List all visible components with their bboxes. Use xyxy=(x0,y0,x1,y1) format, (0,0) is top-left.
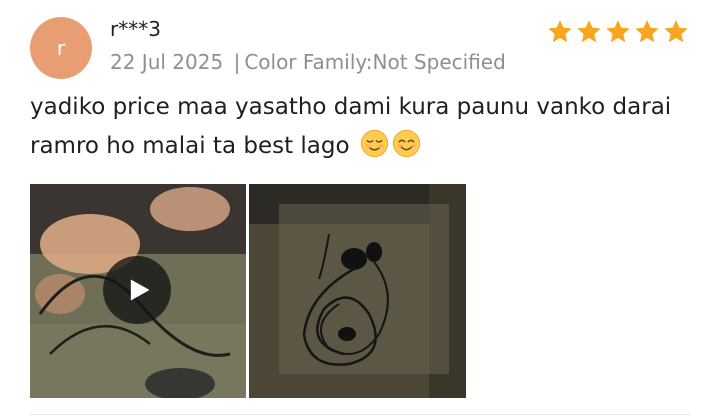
relieved-face-icon xyxy=(360,129,389,158)
play-icon xyxy=(130,279,150,301)
star-icon xyxy=(575,18,603,46)
avatar-initial: r xyxy=(56,36,66,60)
meta-separator: | xyxy=(233,50,241,74)
rating-stars xyxy=(546,18,690,46)
play-button[interactable] xyxy=(103,256,171,324)
variant-info: Color Family:Not Specified xyxy=(244,50,506,74)
star-icon xyxy=(604,18,632,46)
star-icon xyxy=(662,18,690,46)
reviewer-name: r***3 xyxy=(110,17,161,41)
review-meta: 22 Jul 2025 | Color Family:Not Specified xyxy=(110,50,506,74)
star-icon xyxy=(546,18,574,46)
review-text: yadiko price maa yasatho dami kura paunu… xyxy=(30,88,700,166)
star-icon xyxy=(633,18,661,46)
avatar: r xyxy=(30,17,92,79)
review-body: yadiko price maa yasatho dami kura paunu… xyxy=(30,94,672,159)
review-photo[interactable] xyxy=(249,184,466,398)
earphone-photo-image xyxy=(249,184,466,398)
smiling-face-icon xyxy=(392,129,421,158)
review-date: 22 Jul 2025 xyxy=(110,50,224,74)
divider xyxy=(30,414,690,415)
review-video-thumbnail[interactable] xyxy=(30,184,246,398)
